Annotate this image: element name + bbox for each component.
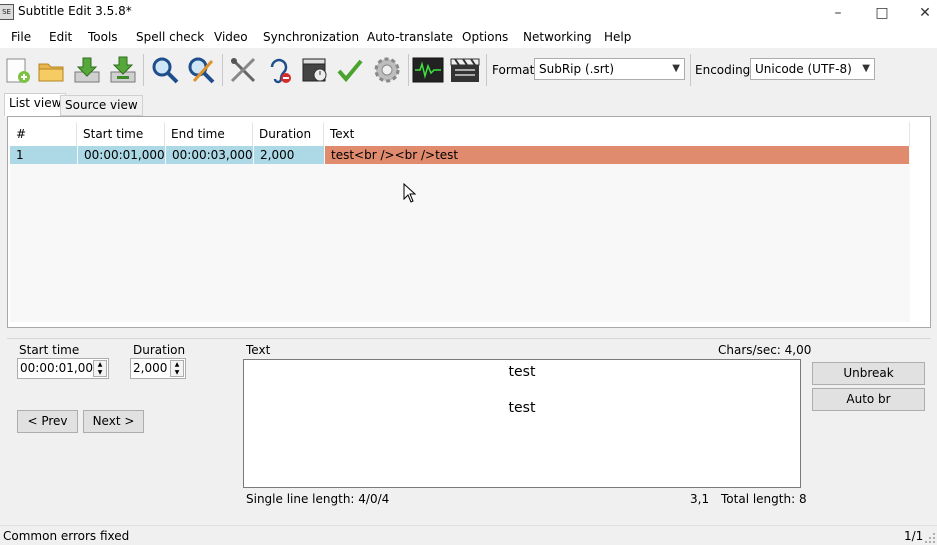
waveform-icon [412, 57, 444, 83]
column-header-end-time[interactable]: End time [165, 122, 253, 146]
column-header-number[interactable]: # [10, 122, 77, 146]
waveform-button[interactable] [411, 53, 445, 87]
start-time-input[interactable]: 00:00:01,000 ▲ ▼ [17, 358, 109, 379]
column-header-duration[interactable]: Duration [253, 122, 324, 146]
text-label: Text [246, 343, 271, 357]
fix-errors-button[interactable] [226, 53, 260, 87]
menu-networking[interactable]: Networking [523, 30, 592, 44]
text-line-2: test [508, 400, 536, 416]
chars-per-sec: Chars/sec: 4,00 [718, 343, 812, 357]
video-clapper-icon [450, 58, 480, 82]
menu-tools[interactable]: Tools [88, 30, 118, 44]
menu-file[interactable]: File [11, 30, 31, 44]
hearing-impaired-button[interactable] [262, 53, 296, 87]
format-label: Format [492, 63, 535, 77]
start-time-stepper[interactable]: ▲ ▼ [93, 360, 107, 377]
single-line-length: Single line length: 4/0/4 [246, 492, 390, 506]
prev-button[interactable]: < Prev [17, 410, 78, 433]
row-cell-number: 1 [10, 146, 77, 164]
row-cell-start-time: 00:00:01,000 [78, 146, 165, 164]
menu-help[interactable]: Help [604, 30, 631, 44]
menu-bar: File Edit Tools Spell check Video Synchr… [0, 26, 937, 48]
cursor-position: 3,1 [690, 492, 710, 506]
open-folder-icon [38, 63, 64, 82]
replace-button[interactable] [184, 53, 218, 87]
tab-list-view[interactable]: List view [4, 93, 67, 117]
chevron-down-icon: ▼ [862, 63, 870, 74]
fix-errors-icon [230, 57, 256, 83]
find-icon [152, 57, 179, 84]
encoding-select[interactable]: Unicode (UTF-8) ▼ [750, 58, 875, 80]
status-bar: Common errors fixed 1/1 [0, 525, 937, 545]
close-button[interactable]: ✕ [905, 0, 937, 26]
hearing-impaired-icon [270, 58, 291, 84]
save-icon [74, 57, 100, 83]
subtitle-list-panel: # Start time End time Duration Text 1 00… [7, 116, 931, 328]
row-cell-end-time: 00:00:03,000 [166, 146, 253, 164]
title-bar: SE Subtitle Edit 3.5.8* – □ ✕ [0, 0, 937, 26]
new-file-button[interactable] [0, 53, 34, 87]
status-position: 1/1 [904, 529, 924, 543]
next-button[interactable]: Next > [83, 410, 144, 433]
find-button[interactable] [148, 53, 182, 87]
settings-gear-icon [374, 57, 400, 83]
visual-sync-button[interactable] [298, 53, 332, 87]
row-cell-duration: 2,000 [254, 146, 324, 164]
tab-source-view[interactable]: Source view [60, 95, 143, 116]
unbreak-button[interactable]: Unbreak [812, 362, 925, 385]
auto-br-button[interactable]: Auto br [812, 388, 925, 411]
video-sync-icon [302, 58, 327, 82]
menu-options[interactable]: Options [462, 30, 508, 44]
video-button[interactable] [448, 53, 482, 87]
spell-check-button[interactable] [333, 53, 367, 87]
column-header-text[interactable]: Text [324, 122, 910, 146]
find-replace-icon [188, 57, 215, 84]
minimize-button[interactable]: – [818, 0, 858, 26]
format-select[interactable]: SubRip (.srt) ▼ [534, 58, 685, 80]
settings-button[interactable] [370, 53, 404, 87]
window-title: Subtitle Edit 3.5.8* [18, 4, 132, 18]
app-icon: SE [0, 4, 14, 20]
save-as-button[interactable] [106, 53, 140, 87]
chevron-down-icon: ▼ [672, 63, 680, 74]
menu-auto-translate[interactable]: Auto-translate [367, 30, 453, 44]
menu-edit[interactable]: Edit [49, 30, 72, 44]
subtitle-list[interactable]: # Start time End time Duration Text 1 00… [10, 122, 910, 322]
mouse-cursor-icon [403, 183, 417, 203]
maximize-button[interactable]: □ [862, 0, 902, 26]
row-cell-text: test<br /><br />test [325, 146, 909, 164]
total-length: Total length: 8 [721, 492, 807, 506]
menu-synchronization[interactable]: Synchronization [263, 30, 359, 44]
duration-label: Duration [133, 343, 186, 357]
status-message: Common errors fixed [3, 529, 130, 543]
text-line-1: test [508, 364, 536, 380]
encoding-label: Encoding [695, 63, 751, 77]
resize-grip-icon[interactable] [924, 531, 936, 543]
open-button[interactable] [34, 53, 68, 87]
column-header-start-time[interactable]: Start time [77, 122, 165, 146]
new-file-icon [6, 58, 30, 83]
menu-video[interactable]: Video [214, 30, 248, 44]
menu-spell-check[interactable]: Spell check [136, 30, 204, 44]
toolbar: Format SubRip (.srt) ▼ Encoding Unicode … [0, 48, 937, 94]
duration-input[interactable]: 2,000 ▲ ▼ [130, 358, 186, 379]
duration-stepper[interactable]: ▲ ▼ [170, 360, 184, 377]
save-as-icon [110, 56, 136, 83]
start-time-label: Start time [19, 343, 80, 357]
save-button[interactable] [70, 53, 104, 87]
spell-check-icon [337, 59, 363, 83]
subtitle-text-editor[interactable]: test test [243, 359, 801, 488]
